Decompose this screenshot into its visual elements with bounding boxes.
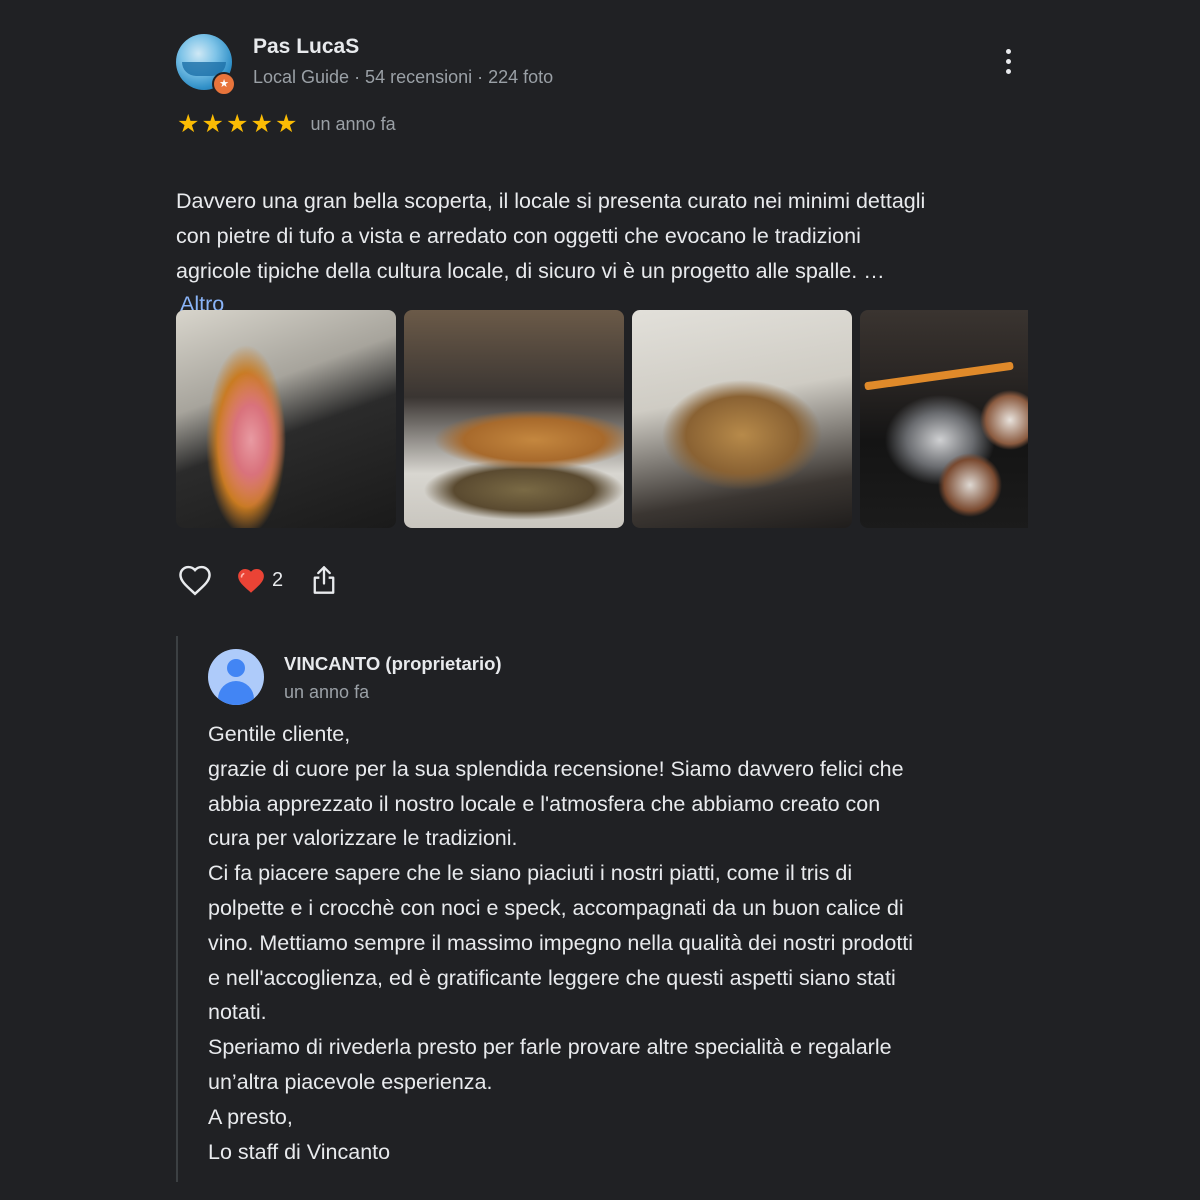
avatar[interactable]: ★ [176,34,236,96]
reply-text-line: Lo staff di Vincanto [208,1139,391,1164]
review-header: ★ Pas LucaS Local Guide · 54 recensioni … [176,30,1036,96]
reply-text-line: Speriamo di rivederla presto per farle p… [208,1035,892,1060]
menu-dot [1005,49,1011,54]
menu-dot [1005,69,1011,74]
photo-strip [176,310,1028,528]
reply-text-line: vino. Mettiamo sempre il massimo impegno… [208,930,914,955]
owner-avatar[interactable] [208,649,264,705]
reply-text-line: e nell'accoglienza, ed è gratificante le… [208,965,896,990]
review-card: ★ Pas LucaS Local Guide · 54 recensioni … [176,30,1036,596]
reply-text-line: notati. [208,1000,267,1025]
reply-text-line: Gentile cliente, [208,722,351,746]
review-text-line: agricole tipiche della cultura locale, d… [176,259,885,283]
star-icon: ★ [226,109,249,138]
reaction-count: 2 [272,568,284,591]
more-vert-icon[interactable] [996,46,1020,82]
review-photo[interactable] [632,310,852,528]
menu-dot [1005,59,1011,64]
reply-text-line: abbia apprezzato il nostro locale e l'at… [208,791,881,816]
share-icon[interactable] [309,563,339,597]
owner-reply-text: Gentile cliente, grazie di cuore per la … [208,717,1028,1169]
star-icon: ★ [201,109,224,138]
reply-text-line: cura per valorizzare le tradizioni. [208,826,518,851]
author-name[interactable]: Pas LucaS [253,35,359,59]
review-text-line: Davvero una gran bella scoperta, il loca… [176,189,926,213]
person-icon-head [227,659,245,677]
photo-detail [864,361,1014,391]
local-guide-badge-icon: ★ [212,72,236,96]
star-icon: ★ [250,109,273,138]
review-photo[interactable] [860,310,1028,528]
reply-text-line: polpette e i crocchè con noci e speck, a… [208,895,904,920]
reply-text-line: grazie di cuore per la sua splendida rec… [208,756,904,781]
star-icon: ★ [177,109,200,138]
owner-reply-date: un anno fa [284,682,370,702]
review-text-line: con pietre di tufo a vista e arredato co… [176,224,861,248]
rating-row: ★ ★ ★ ★ ★ un anno fa [176,110,396,138]
owner-reply: VINCANTO (proprietario) un anno fa Genti… [176,636,1038,1182]
review-text: Davvero una gran bella scoperta, il loca… [176,184,1036,289]
review-actions: 2 [176,560,339,600]
reply-text-line: un’altra piacevole esperienza. [208,1069,493,1094]
star-rating: ★ ★ ★ ★ ★ [176,109,299,138]
owner-name: VINCANTO (proprietario) [284,653,502,674]
red-heart-icon [238,568,264,593]
heart-outline-icon[interactable] [176,561,214,599]
star-icon: ★ [275,109,298,138]
review-photo[interactable] [176,310,396,528]
person-icon-body [218,681,254,705]
reply-text-line: A presto, [208,1104,293,1129]
reaction-button[interactable]: 2 [236,567,283,594]
review-date: un anno fa [310,113,396,134]
author-meta[interactable]: Local Guide · 54 recensioni · 224 foto [253,67,553,88]
reply-text-line: Ci fa piacere sapere che le siano piaciu… [208,861,853,886]
review-photo[interactable] [404,310,624,528]
